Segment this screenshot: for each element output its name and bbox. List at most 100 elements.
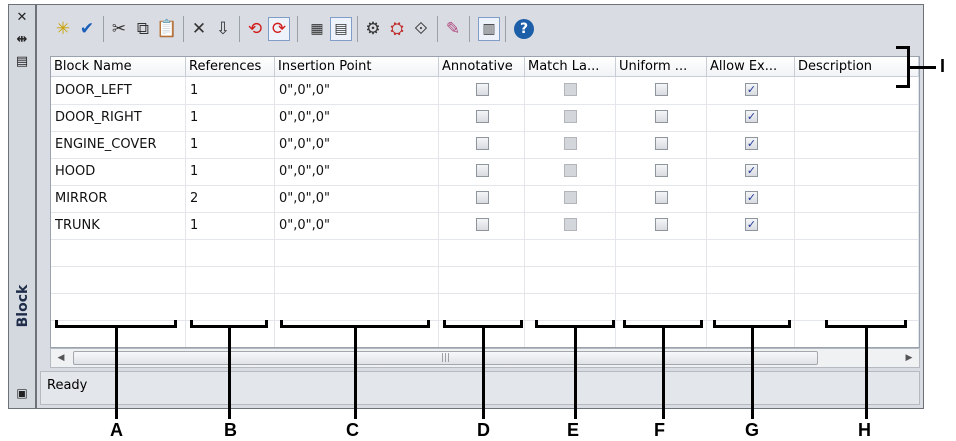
table-row[interactable]: DOOR_RIGHT 1 0",0",0" ✓ — [51, 104, 919, 132]
blocks-grid: Block Name References Insertion Point Annot… — [50, 56, 920, 348]
callout-letter-c: C — [346, 420, 359, 440]
cut-icon[interactable]: ✂ — [108, 18, 130, 40]
allow-explode-checkbox[interactable]: ✓ — [745, 164, 758, 177]
header-annotative[interactable]: Annotative — [439, 57, 525, 77]
paste-icon[interactable]: 📋 — [156, 18, 178, 40]
uniform-scale-checkbox[interactable] — [655, 218, 668, 231]
toolbar-separator — [183, 16, 184, 42]
copy-icon[interactable]: ⧉ — [132, 18, 154, 40]
header-uniform-scale[interactable]: Uniform ... — [616, 57, 707, 77]
allow-explode-checkbox[interactable]: ✓ — [745, 83, 758, 96]
view-details-icon[interactable]: ▤ — [330, 17, 352, 41]
cell-match-layout — [525, 158, 616, 185]
table-row[interactable]: DOOR_LEFT 1 0",0",0" ✓ — [51, 77, 919, 105]
cell-description — [795, 185, 919, 212]
scroll-right-icon[interactable]: ▶ — [902, 351, 916, 365]
auto-hide-icon[interactable]: ⇹ — [13, 31, 31, 47]
empty-cell — [186, 293, 275, 320]
allow-explode-checkbox[interactable]: ✓ — [745, 137, 758, 150]
preview-panel-icon[interactable]: ▥ — [478, 17, 500, 41]
empty-cell — [707, 293, 795, 320]
allow-explode-checkbox[interactable]: ✓ — [745, 218, 758, 231]
new-block-icon[interactable]: ✳ — [52, 18, 74, 40]
header-allow-explode[interactable]: Allow Ex... — [707, 57, 795, 77]
block-attributes-icon[interactable]: ⚙ — [362, 18, 384, 40]
uniform-scale-checkbox[interactable] — [655, 137, 668, 150]
empty-cell — [275, 239, 439, 266]
synchronize-all-icon[interactable]: ⟳ — [268, 17, 290, 41]
empty-cell — [439, 293, 525, 320]
header-insertion-point[interactable]: Insertion Point — [275, 57, 439, 77]
empty-cell — [616, 239, 707, 266]
match-layout-checkbox — [564, 137, 577, 150]
annotative-checkbox[interactable] — [476, 110, 489, 123]
empty-cell — [51, 293, 186, 320]
cell-uniform-scale — [616, 212, 707, 239]
empty-cell — [795, 266, 919, 293]
synchronize-icon[interactable]: ⟲ — [244, 18, 266, 40]
cell-block-name: DOOR_LEFT — [51, 77, 186, 104]
callout-letter-b: B — [224, 420, 237, 440]
callout-line-g — [751, 327, 754, 419]
properties-menu-icon[interactable]: ▤ — [13, 53, 31, 69]
header-match-layout[interactable]: Match La... — [525, 57, 616, 77]
cell-references: 1 — [186, 158, 275, 185]
close-icon[interactable]: ✕ — [13, 9, 31, 25]
delete-icon[interactable]: ✕ — [188, 18, 210, 40]
callout-line-b — [228, 327, 231, 419]
scroll-left-icon[interactable]: ◀ — [54, 351, 68, 365]
insert-block-icon[interactable]: ⇩ — [212, 18, 234, 40]
header-block-name[interactable]: Block Name — [51, 57, 186, 77]
uniform-scale-checkbox[interactable] — [655, 110, 668, 123]
annotative-checkbox[interactable] — [476, 218, 489, 231]
help-icon[interactable]: ? — [514, 19, 534, 39]
scrollbar-thumb[interactable]: ||| — [73, 351, 818, 365]
block-edit-icon[interactable]: ⛭ — [386, 18, 408, 40]
table-row[interactable]: HOOD 1 0",0",0" ✓ — [51, 158, 919, 186]
empty-cell — [439, 239, 525, 266]
view-icons-icon[interactable]: ▦ — [306, 18, 328, 40]
cell-allow-explode: ✓ — [707, 104, 795, 131]
cell-annotative — [439, 77, 525, 104]
allow-explode-checkbox[interactable]: ✓ — [745, 191, 758, 204]
table-row[interactable]: MIRROR 2 0",0",0" ✓ — [51, 185, 919, 213]
empty-cell — [439, 266, 525, 293]
empty-cell — [275, 293, 439, 320]
uniform-scale-checkbox[interactable] — [655, 191, 668, 204]
empty-cell — [795, 293, 919, 320]
cell-block-name: TRUNK — [51, 212, 186, 239]
empty-cell — [707, 239, 795, 266]
palette-settings-icon[interactable]: ▣ — [13, 385, 31, 401]
empty-cell — [186, 239, 275, 266]
toolbar-separator — [505, 16, 506, 42]
uniform-scale-checkbox[interactable] — [655, 164, 668, 177]
annotative-checkbox[interactable] — [476, 191, 489, 204]
horizontal-scrollbar[interactable]: ◀ ||| ▶ — [50, 348, 920, 368]
header-references[interactable]: References — [186, 57, 275, 77]
cell-uniform-scale — [616, 77, 707, 104]
status-bar: Ready — [40, 371, 920, 405]
toolbar: ✳ ✔ ✂ ⧉ 📋 ✕ ⇩ ⟲ ⟳ ▦ ▤ ⚙ ⛭ ⟐ ✎ ▥ ? — [50, 10, 670, 48]
cell-allow-explode: ✓ — [707, 185, 795, 212]
apply-checkmark-icon[interactable]: ✔ — [76, 18, 98, 40]
annotative-checkbox[interactable] — [476, 83, 489, 96]
callout-letter-e: E — [567, 420, 580, 440]
table-row — [51, 239, 919, 267]
callout-letter-h: H — [858, 420, 871, 440]
cell-block-name: MIRROR — [51, 185, 186, 212]
toolbar-separator — [297, 16, 298, 42]
cell-references: 2 — [186, 185, 275, 212]
cell-annotative — [439, 212, 525, 239]
annotative-checkbox[interactable] — [476, 164, 489, 177]
empty-cell — [616, 293, 707, 320]
table-row[interactable]: TRUNK 1 0",0",0" ✓ — [51, 212, 919, 240]
allow-explode-checkbox[interactable]: ✓ — [745, 110, 758, 123]
table-row[interactable]: ENGINE_COVER 1 0",0",0" ✓ — [51, 131, 919, 159]
cell-match-layout — [525, 185, 616, 212]
block-refresh-icon[interactable]: ⟐ — [410, 18, 432, 40]
cell-match-layout — [525, 104, 616, 131]
annotative-checkbox[interactable] — [476, 137, 489, 150]
edit-block-icon[interactable]: ✎ — [442, 18, 464, 40]
uniform-scale-checkbox[interactable] — [655, 83, 668, 96]
callout-line-c — [354, 327, 357, 419]
